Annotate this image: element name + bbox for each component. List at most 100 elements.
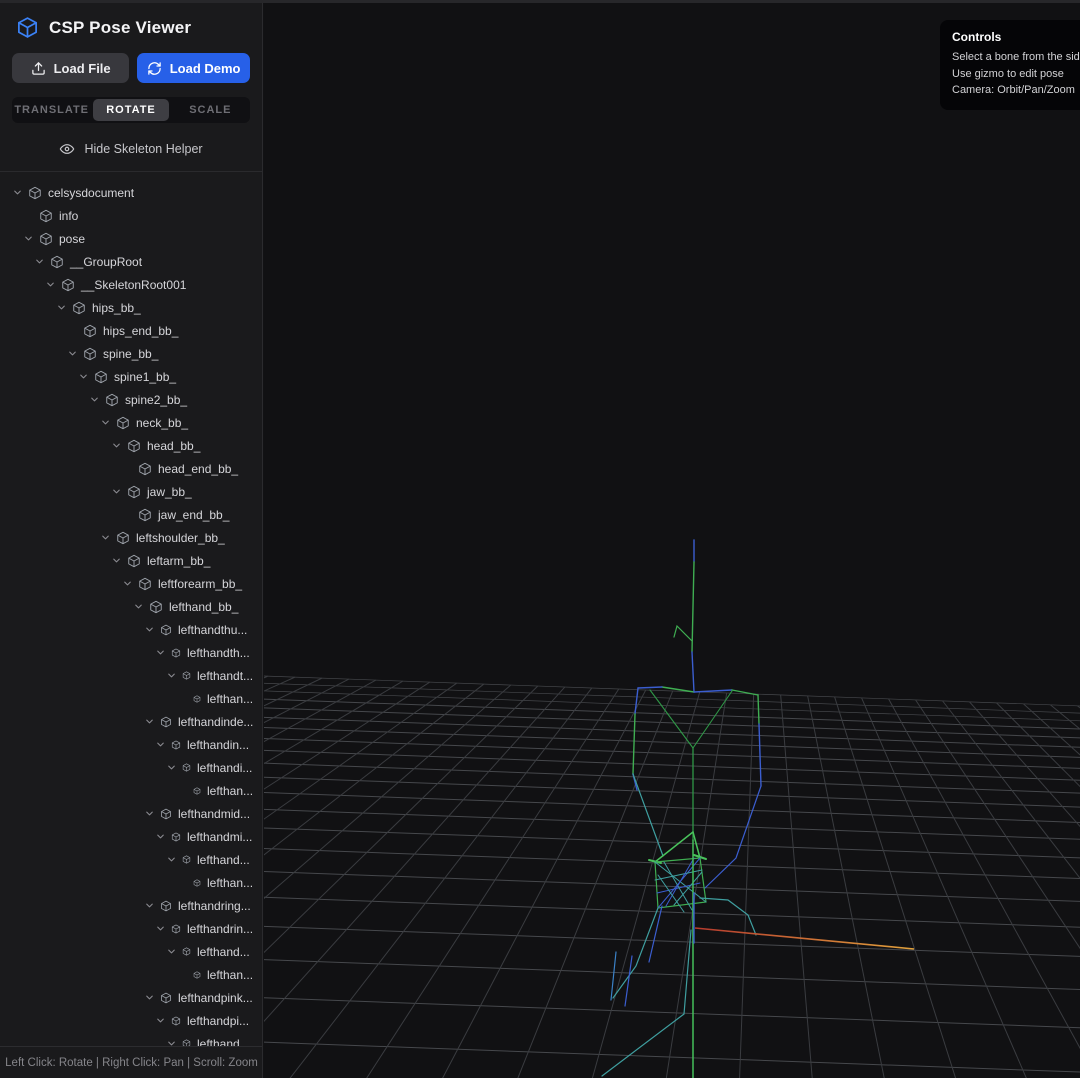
tree-node[interactable]: info: [0, 204, 262, 227]
chevron-down-icon[interactable]: [155, 923, 171, 934]
tree-node[interactable]: lefthan...: [0, 963, 262, 986]
chevron-down-icon[interactable]: [144, 900, 160, 911]
tree-node-label: lefthand...: [197, 853, 250, 867]
chevron-down-icon[interactable]: [100, 532, 116, 543]
cube-icon: [182, 671, 191, 680]
chevron-down-icon[interactable]: [122, 578, 138, 589]
chevron-down-icon[interactable]: [111, 440, 127, 451]
tree-node[interactable]: hips_bb_: [0, 296, 262, 319]
tree-node[interactable]: lefthan...: [0, 687, 262, 710]
chevron-down-icon[interactable]: [23, 233, 39, 244]
tree-node[interactable]: neck_bb_: [0, 411, 262, 434]
cube-icon: [127, 554, 141, 568]
cube-icon: [116, 416, 130, 430]
chevron-down-icon[interactable]: [111, 555, 127, 566]
tree-node[interactable]: lefthandin...: [0, 733, 262, 756]
tree-node[interactable]: jaw_end_bb_: [0, 503, 262, 526]
tree-node[interactable]: __SkeletonRoot001: [0, 273, 262, 296]
helper-toggle-label: Hide Skeleton Helper: [84, 142, 202, 156]
tree-node[interactable]: lefthandmi...: [0, 825, 262, 848]
tree-node[interactable]: lefthandi...: [0, 756, 262, 779]
chevron-down-icon[interactable]: [133, 601, 149, 612]
chevron-down-icon[interactable]: [34, 256, 50, 267]
tree-node[interactable]: celsysdocument: [0, 181, 262, 204]
chevron-down-icon[interactable]: [155, 647, 171, 658]
chevron-down-icon[interactable]: [155, 739, 171, 750]
chevron-down-icon[interactable]: [100, 417, 116, 428]
tree-node-label: hips_end_bb_: [103, 324, 178, 338]
tree-node[interactable]: lefthandpink...: [0, 986, 262, 1009]
viewport-3d[interactable]: Controls Select a bone from the sideUse …: [264, 0, 1080, 1078]
tree-node[interactable]: lefthandpi...: [0, 1009, 262, 1032]
tree-node[interactable]: head_bb_: [0, 434, 262, 457]
chevron-down-icon[interactable]: [56, 302, 72, 313]
status-bar-text: Left Click: Rotate | Right Click: Pan | …: [5, 1057, 258, 1069]
cube-icon: [127, 439, 141, 453]
chevron-down-icon[interactable]: [155, 1015, 171, 1026]
chevron-down-icon[interactable]: [144, 716, 160, 727]
cube-icon: [61, 278, 75, 292]
tab-scale[interactable]: SCALE: [173, 99, 248, 121]
chevron-down-icon[interactable]: [78, 371, 94, 382]
chevron-down-icon[interactable]: [67, 348, 83, 359]
tree-node[interactable]: __GroupRoot: [0, 250, 262, 273]
tab-translate[interactable]: TRANSLATE: [14, 99, 89, 121]
chevron-down-icon[interactable]: [144, 808, 160, 819]
tree-node-label: lefthan...: [207, 784, 253, 798]
tree-node[interactable]: lefthandthu...: [0, 618, 262, 641]
tree-node[interactable]: spine_bb_: [0, 342, 262, 365]
tab-rotate[interactable]: ROTATE: [93, 99, 168, 121]
tree-node[interactable]: lefthandring...: [0, 894, 262, 917]
bone-line: [694, 690, 732, 692]
chevron-down-icon[interactable]: [166, 762, 182, 773]
toggle-skeleton-helper[interactable]: Hide Skeleton Helper: [0, 135, 262, 171]
scene-canvas[interactable]: [264, 0, 1080, 1078]
chevron-down-icon[interactable]: [111, 486, 127, 497]
tree-node-label: lefthan...: [207, 692, 253, 706]
tree-node[interactable]: lefthandrin...: [0, 917, 262, 940]
chevron-down-icon[interactable]: [45, 279, 61, 290]
tree-node-label: lefthandpink...: [178, 991, 253, 1005]
cube-icon: [171, 924, 181, 934]
tree-node[interactable]: lefthand...: [0, 940, 262, 963]
tree-node[interactable]: spine1_bb_: [0, 365, 262, 388]
chevron-down-icon[interactable]: [144, 992, 160, 1003]
cube-icon: [193, 971, 201, 979]
tree-node[interactable]: lefthan...: [0, 871, 262, 894]
chevron-down-icon[interactable]: [144, 624, 160, 635]
load-file-button[interactable]: Load File: [12, 53, 129, 83]
tree-node-label: lefthandth...: [187, 646, 250, 660]
tree-node[interactable]: spine2_bb_: [0, 388, 262, 411]
tree-node[interactable]: lefthandth...: [0, 641, 262, 664]
tree-node[interactable]: head_end_bb_: [0, 457, 262, 480]
tree-node[interactable]: leftforearm_bb_: [0, 572, 262, 595]
chevron-down-icon[interactable]: [12, 187, 28, 198]
cube-icon: [160, 624, 172, 636]
chevron-down-icon[interactable]: [89, 394, 105, 405]
chevron-down-icon[interactable]: [166, 670, 182, 681]
tree-node-label: lefthandthu...: [178, 623, 247, 637]
chevron-down-icon[interactable]: [155, 831, 171, 842]
tree-node[interactable]: hips_end_bb_: [0, 319, 262, 342]
tree-node[interactable]: lefthandinde...: [0, 710, 262, 733]
tree-node-label: lefthandmid...: [178, 807, 250, 821]
tree-node[interactable]: lefthan...: [0, 779, 262, 802]
tree-node[interactable]: jaw_bb_: [0, 480, 262, 503]
tree-node[interactable]: lefthandt...: [0, 664, 262, 687]
bone-line: [666, 858, 694, 906]
tree-node[interactable]: lefthand_bb_: [0, 595, 262, 618]
tree-node-label: head_bb_: [147, 439, 200, 453]
tree-node-label: pose: [59, 232, 85, 246]
cube-icon: [50, 255, 64, 269]
tree-node[interactable]: pose: [0, 227, 262, 250]
tree-node[interactable]: leftshoulder_bb_: [0, 526, 262, 549]
chevron-down-icon[interactable]: [166, 946, 182, 957]
tree-node[interactable]: leftarm_bb_: [0, 549, 262, 572]
tree-node[interactable]: lefthandmid...: [0, 802, 262, 825]
tree-node-label: hips_bb_: [92, 301, 141, 315]
tree-node[interactable]: lefthand...: [0, 848, 262, 871]
chevron-down-icon[interactable]: [166, 854, 182, 865]
tree-node-label: spine2_bb_: [125, 393, 187, 407]
load-demo-button[interactable]: Load Demo: [137, 53, 250, 83]
cube-icon: [171, 740, 181, 750]
